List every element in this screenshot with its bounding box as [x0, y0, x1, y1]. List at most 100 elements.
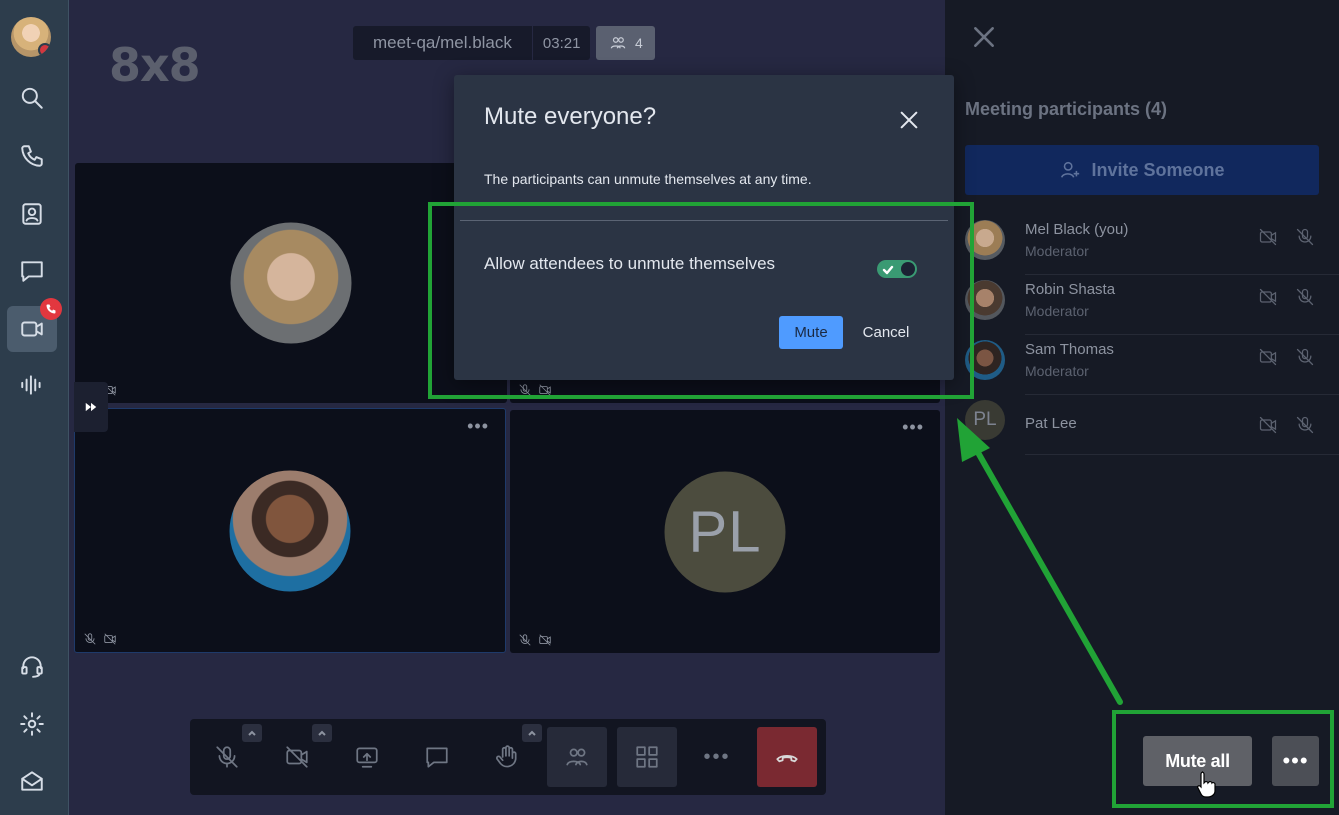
participants-button[interactable]	[547, 727, 607, 787]
mic-options-caret[interactable]	[242, 724, 262, 742]
messages-button[interactable]	[7, 248, 57, 294]
participant-name: Robin Shasta	[1025, 281, 1116, 298]
tile-more-icon[interactable]: •••	[467, 417, 489, 435]
mic-off-icon[interactable]	[1295, 227, 1315, 247]
tile-status	[518, 633, 552, 647]
participant-row[interactable]: Robin Shasta Moderator	[965, 275, 1339, 335]
chat-icon	[21, 261, 43, 282]
close-panel-button[interactable]	[971, 24, 997, 50]
camera-off-icon[interactable]	[1258, 287, 1278, 307]
mic-off-icon	[519, 634, 531, 646]
dialog-title: Mute everyone?	[484, 103, 657, 130]
participant-name: Sam Thomas	[1025, 341, 1114, 358]
app-sidebar	[0, 0, 69, 815]
chevron-up-icon	[318, 730, 326, 736]
room-name: meet-qa/mel.black	[373, 33, 512, 52]
people-icon	[610, 37, 626, 49]
settings-icon	[20, 712, 44, 736]
camera-off-icon	[539, 634, 551, 646]
meeting-toolbar: •••	[190, 719, 826, 795]
search-button[interactable]	[7, 75, 57, 121]
mic-off-icon	[84, 633, 96, 645]
invite-label: Invite Someone	[1091, 159, 1225, 180]
support-button[interactable]	[7, 643, 57, 689]
brand-logo: 8x8	[109, 38, 201, 92]
camera-off-icon[interactable]	[1258, 227, 1278, 247]
annotation-highlight-box	[1112, 710, 1334, 808]
fast-forward-icon	[85, 402, 97, 412]
participant-row[interactable]: Sam Thomas Moderator	[965, 335, 1339, 395]
camera-options-caret[interactable]	[312, 724, 332, 742]
video-tile[interactable]: •••	[74, 408, 506, 653]
screen-share-icon	[356, 747, 378, 768]
share-screen-button[interactable]	[337, 727, 397, 787]
room-info: meet-qa/mel.black 03:21	[353, 26, 591, 60]
hang-up-button[interactable]	[757, 727, 817, 787]
meeting-timer: 03:21	[531, 26, 591, 60]
camera-off-icon[interactable]	[1258, 415, 1278, 435]
grid-icon	[636, 746, 658, 768]
annotation-highlight-box	[428, 202, 974, 399]
video-icon	[21, 321, 43, 337]
calls-button[interactable]	[7, 133, 57, 179]
mic-off-icon	[216, 746, 238, 768]
chat-button[interactable]	[407, 727, 467, 787]
search-icon	[21, 87, 43, 109]
panel-title: Meeting participants (4)	[965, 99, 1168, 119]
inbox-button[interactable]	[7, 758, 57, 804]
voicemail-icon	[21, 375, 41, 395]
voicemail-button[interactable]	[7, 362, 57, 408]
more-options-button[interactable]: •••	[687, 727, 747, 787]
camera-off-icon	[286, 746, 308, 768]
chat-icon	[426, 747, 448, 768]
dialog-description: The participants can unmute themselves a…	[484, 171, 812, 187]
people-icon	[566, 748, 588, 766]
tile-more-icon[interactable]: •••	[902, 418, 924, 436]
more-icon: •••	[703, 745, 731, 768]
participant-role: Moderator	[1025, 303, 1089, 319]
chevron-up-icon	[528, 730, 536, 736]
mic-off-icon[interactable]	[1295, 415, 1315, 435]
settings-button[interactable]	[7, 701, 57, 747]
video-tile[interactable]: PL •••	[510, 410, 940, 653]
participant-avatar	[229, 470, 351, 591]
tile-view-button[interactable]	[617, 727, 677, 787]
add-user-icon	[1061, 161, 1080, 178]
participant-row[interactable]: PL Pat Lee	[965, 395, 1339, 455]
participant-count-button[interactable]: 4	[596, 26, 656, 60]
user-avatar[interactable]	[11, 17, 51, 57]
participant-role: Moderator	[1025, 243, 1089, 259]
hang-up-icon	[776, 755, 798, 763]
participant-count: 4	[635, 35, 643, 51]
phone-icon	[46, 304, 56, 314]
close-icon	[900, 111, 918, 129]
contacts-icon	[22, 203, 42, 225]
filmstrip-toggle-button[interactable]	[74, 382, 108, 432]
participants-panel: Meeting participants (4) Invite Someone …	[945, 0, 1339, 815]
participant-name: Pat Lee	[1025, 415, 1077, 432]
camera-off-icon[interactable]	[1258, 347, 1278, 367]
participant-row[interactable]: Mel Black (you) Moderator	[965, 215, 1339, 275]
participant-role: Moderator	[1025, 363, 1089, 379]
participant-avatar	[230, 222, 352, 344]
avatar: PL	[965, 400, 1005, 440]
meeting-header: meet-qa/mel.black 03:21 4	[353, 26, 656, 60]
mic-off-icon[interactable]	[1295, 347, 1315, 367]
dialog-close-button[interactable]	[898, 109, 920, 131]
participant-name: Mel Black (you)	[1025, 221, 1129, 238]
mail-icon	[21, 771, 43, 791]
chevron-up-icon	[248, 730, 256, 736]
headset-icon	[21, 656, 43, 678]
hand-options-caret[interactable]	[522, 724, 542, 742]
invite-someone-button[interactable]: Invite Someone	[965, 145, 1319, 195]
hand-icon	[496, 745, 517, 768]
phone-icon	[21, 145, 43, 167]
presence-badge	[38, 43, 51, 57]
tile-status	[83, 632, 117, 646]
mic-off-icon[interactable]	[1295, 287, 1315, 307]
divider	[1025, 454, 1339, 455]
contacts-button[interactable]	[7, 191, 57, 237]
active-call-badge	[40, 298, 62, 320]
participant-initials: PL	[664, 471, 786, 592]
close-icon	[974, 27, 994, 47]
